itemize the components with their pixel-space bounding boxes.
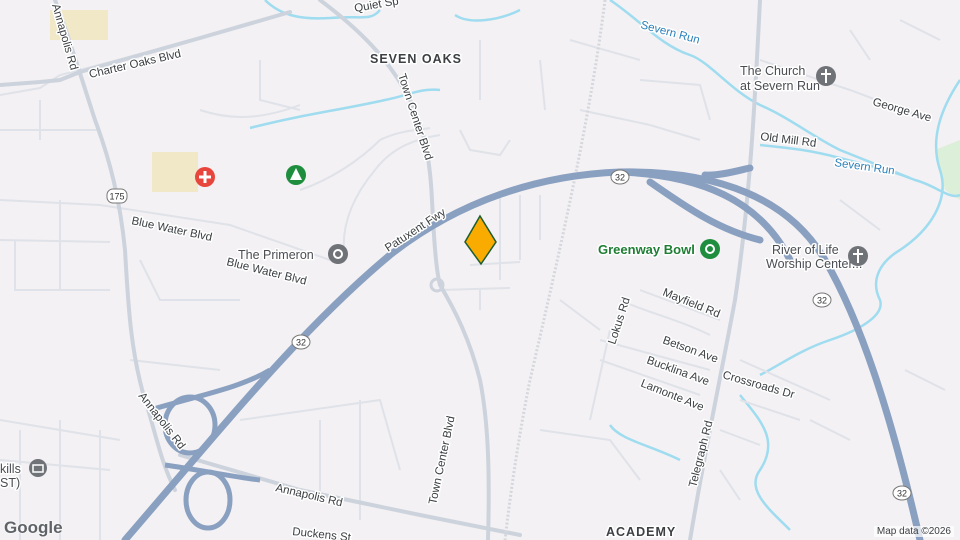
poi-river-of-life[interactable]: River of Life Worship Center...	[765, 242, 868, 273]
svg-text:River of Life: River of Life	[772, 243, 839, 257]
road-label-town-center-bottom: Town Center Blvd	[427, 415, 457, 506]
poi-greenway-bowl[interactable]: Greenway Bowl	[597, 239, 720, 259]
area-label-seven-oaks: SEVEN OAKS	[370, 52, 462, 66]
road-label-duckens: Duckens St	[292, 526, 353, 540]
svg-text:kills: kills	[0, 462, 21, 476]
road-label-mayfield: Mayfield Rd	[661, 287, 722, 321]
route-shield-32: 32	[291, 334, 311, 350]
commercial-area	[152, 152, 198, 192]
svg-text:The Church: The Church	[740, 64, 805, 78]
google-logo: Google	[4, 518, 63, 537]
location-marker[interactable]	[464, 214, 497, 266]
poi-skills[interactable]: kills ST)	[0, 459, 47, 492]
poi-park[interactable]	[286, 165, 306, 185]
poi-church-severn-run[interactable]: The Church at Severn Run	[739, 63, 836, 95]
museum-icon	[29, 459, 47, 477]
route-shield-175: 175	[106, 188, 128, 204]
svg-text:32: 32	[897, 489, 907, 499]
road-label-annapolis-rd-bottom: Annapolis Rd	[274, 482, 343, 509]
road-label-crossroads: Crossroads Dr	[721, 369, 796, 401]
map-attribution[interactable]: Map data ©2026	[873, 526, 954, 537]
svg-text:at Severn Run: at Severn Run	[740, 79, 820, 93]
road-label-patuxent-fwy: Patuxent Fwy	[383, 206, 448, 254]
map-view[interactable]: SEVEN OAKS ACADEMY Charter Oaks Blvd Ann…	[0, 0, 960, 540]
svg-text:32: 32	[296, 338, 306, 348]
svg-text:The Primeron: The Primeron	[238, 248, 314, 262]
svg-text:Greenway Bowl: Greenway Bowl	[598, 242, 695, 257]
place-icon	[328, 244, 348, 264]
route-shield-32: 32	[610, 169, 630, 185]
road-label-betson: Betson Ave	[661, 335, 720, 366]
poi-hospital[interactable]	[195, 167, 215, 187]
route-shield-32: 32	[812, 292, 832, 308]
route-shield-32: 32	[892, 485, 912, 501]
svg-text:175: 175	[109, 192, 124, 202]
pin-icon	[464, 214, 497, 266]
svg-text:Worship Center...: Worship Center...	[766, 257, 862, 271]
road-label-george-ave: George Ave	[871, 96, 932, 124]
svg-text:32: 32	[817, 296, 827, 306]
railroad	[503, 0, 607, 540]
road-label-lokus: Lokus Rd	[606, 296, 632, 346]
road-label-telegraph: Telegraph Rd	[687, 419, 715, 488]
area-label-academy: ACADEMY	[606, 525, 676, 539]
park-icon	[700, 239, 720, 259]
svg-text:ST): ST)	[0, 476, 20, 490]
svg-text:32: 32	[615, 173, 625, 183]
water-label-severn-run-top: Severn Run	[639, 19, 701, 46]
map-canvas[interactable]: SEVEN OAKS ACADEMY Charter Oaks Blvd Ann…	[0, 0, 960, 540]
